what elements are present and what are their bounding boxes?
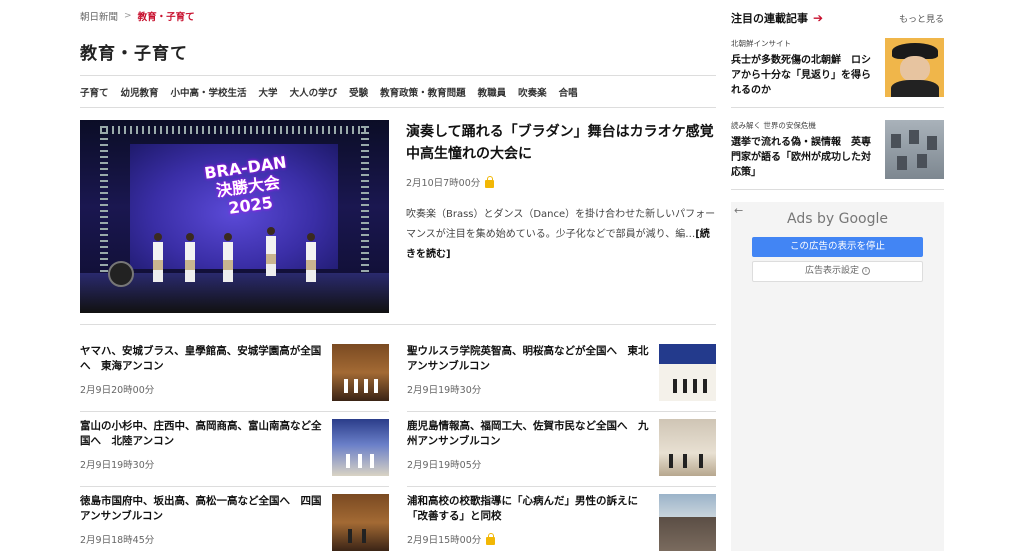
article-date: 2月9日18時45分 bbox=[80, 535, 155, 546]
article-title[interactable]: 鹿児島情報高、福岡工大、佐賀市民など全国へ 九州アンサンブルコン bbox=[407, 419, 651, 449]
info-icon: i bbox=[862, 266, 870, 275]
subnav-item-education-policy[interactable]: 教育政策・教育問題 bbox=[380, 85, 466, 99]
article-card[interactable]: 聖ウルスラ学院英智高、明桜高などが全国へ 東北アンサンブルコン 2月9日19時3… bbox=[407, 337, 716, 412]
category-subnav: 子育て 幼児教育 小中高・学校生活 大学 大人の学び 受験 教育政策・教育問題 … bbox=[80, 76, 716, 108]
sidebar: 注目の連載記事 ➔ もっと見る 北朝鮮インサイト 兵士が多数死傷の北朝鮮 ロシア… bbox=[731, 0, 944, 551]
main-column: 朝日新聞 > 教育・子育て 教育・子育て 子育て 幼児教育 小中高・学校生活 大… bbox=[80, 0, 728, 551]
feature-title-link[interactable]: 演奏して踊れる「ブラダン」舞台はカラオケ感覚 中高生憧れの大会に bbox=[406, 124, 728, 162]
article-thumbnail[interactable] bbox=[332, 344, 389, 401]
series-kicker: 北朝鮮インサイト bbox=[731, 39, 791, 48]
subnav-item-brass-band[interactable]: 吹奏楽 bbox=[518, 85, 547, 99]
article-title[interactable]: 徳島市国府中、坂出高、高松一高など全国へ 四国アンサンブルコン bbox=[80, 494, 324, 524]
subnav-item-university[interactable]: 大学 bbox=[259, 85, 278, 99]
subnav-item-yoji-kyoiku[interactable]: 幼児教育 bbox=[121, 85, 159, 99]
article-title[interactable]: ヤマハ、安城ブラス、皇學館高、安城学園高が全国へ 東海アンコン bbox=[80, 344, 324, 374]
ad-settings-button[interactable]: 広告表示設定 i bbox=[752, 261, 923, 282]
feature-date: 2月10日7時00分 bbox=[406, 178, 481, 189]
breadcrumb-home-link[interactable]: 朝日新聞 bbox=[80, 9, 118, 23]
subnav-item-kosodate[interactable]: 子育て bbox=[80, 85, 109, 99]
series-thumbnail[interactable] bbox=[885, 120, 944, 179]
article-grid: ヤマハ、安城ブラス、皇學館高、安城学園高が全国へ 東海アンコン 2月9日20時0… bbox=[80, 337, 716, 551]
article-title[interactable]: 聖ウルスラ学院英智高、明桜高などが全国へ 東北アンサンブルコン bbox=[407, 344, 651, 374]
subnav-item-teachers[interactable]: 教職員 bbox=[478, 85, 507, 99]
breadcrumb-separator: > bbox=[124, 11, 132, 21]
article-date: 2月9日19時30分 bbox=[80, 460, 155, 471]
subnav-item-exams[interactable]: 受験 bbox=[349, 85, 368, 99]
subnav-item-chorus[interactable]: 合唱 bbox=[559, 85, 578, 99]
featured-series-header: 注目の連載記事 ➔ もっと見る bbox=[731, 10, 944, 26]
article-thumbnail[interactable] bbox=[659, 419, 716, 476]
featured-series-item[interactable]: 読み解く 世界の安保危機 選挙で流れる偽・誤情報 英専門家が語る「欧州が成功した… bbox=[731, 108, 944, 190]
article-card[interactable]: 富山の小杉中、庄西中、高岡商高、富山南高など全国へ 北陸アンコン 2月9日19時… bbox=[80, 412, 389, 487]
article-thumbnail[interactable] bbox=[659, 494, 716, 551]
article-date: 2月9日19時05分 bbox=[407, 460, 482, 471]
article-date: 2月9日15時00分 bbox=[407, 535, 482, 546]
feature-summary: 吹奏楽（Brass）とダンス（Dance）を掛け合わせた新しいパフォーマンスが注… bbox=[406, 209, 716, 260]
feature-meta: 2月10日7時00分 bbox=[406, 175, 716, 189]
stop-ad-button[interactable]: この広告の表示を停止 bbox=[752, 237, 923, 257]
article-thumbnail[interactable] bbox=[332, 419, 389, 476]
breadcrumb: 朝日新聞 > 教育・子育て bbox=[80, 9, 716, 23]
article-card[interactable]: 徳島市国府中、坂出高、高松一高など全国へ 四国アンサンブルコン 2月9日18時4… bbox=[80, 487, 389, 551]
article-card[interactable]: 浦和高校の校歌指導に「心病んだ」男性の訴えに「改善する」と同校 2月9日15時0… bbox=[407, 487, 716, 551]
series-headline[interactable]: 選挙で流れる偽・誤情報 英専門家が語る「欧州が成功した対応策」 bbox=[731, 135, 877, 180]
article-card[interactable]: 鹿児島情報高、福岡工大、佐賀市民など全国へ 九州アンサンブルコン 2月9日19時… bbox=[407, 412, 716, 487]
ad-panel: ← Ads by Google この広告の表示を停止 広告表示設定 i bbox=[731, 202, 944, 551]
lock-icon bbox=[485, 175, 495, 188]
subnav-item-school-life[interactable]: 小中高・学校生活 bbox=[171, 85, 247, 99]
article-date: 2月9日19時30分 bbox=[407, 385, 482, 396]
article-thumbnail[interactable] bbox=[659, 344, 716, 401]
subnav-item-adult-learning[interactable]: 大人の学び bbox=[290, 85, 338, 99]
article-title[interactable]: 浦和高校の校歌指導に「心病んだ」男性の訴えに「改善する」と同校 bbox=[407, 494, 651, 524]
featured-series-title-link[interactable]: 注目の連載記事 ➔ bbox=[731, 10, 823, 26]
arrow-right-icon: ➔ bbox=[813, 11, 824, 25]
article-title[interactable]: 富山の小杉中、庄西中、高岡商高、富山南高など全国へ 北陸アンコン bbox=[80, 419, 324, 449]
featured-series-item[interactable]: 北朝鮮インサイト 兵士が多数死傷の北朝鮮 ロシアから十分な「見返り」を得られるの… bbox=[731, 26, 944, 108]
series-headline[interactable]: 兵士が多数死傷の北朝鮮 ロシアから十分な「見返り」を得られるのか bbox=[731, 53, 877, 98]
feature-article: BRA-DAN 決勝大会 2025 演奏して踊れる「ブラダン」舞台はカラオケ感覚… bbox=[80, 120, 728, 325]
ads-by-google-label: Ads by Google bbox=[787, 211, 888, 227]
article-date: 2月9日20時00分 bbox=[80, 385, 155, 396]
feature-image[interactable]: BRA-DAN 決勝大会 2025 bbox=[80, 120, 389, 313]
see-more-link[interactable]: もっと見る bbox=[899, 12, 944, 25]
article-card[interactable]: ヤマハ、安城ブラス、皇學館高、安城学園高が全国へ 東海アンコン 2月9日20時0… bbox=[80, 337, 389, 412]
series-kicker: 読み解く 世界の安保危機 bbox=[731, 121, 816, 130]
breadcrumb-current: 教育・子育て bbox=[137, 12, 195, 23]
article-thumbnail[interactable] bbox=[332, 494, 389, 551]
lock-icon bbox=[486, 532, 496, 545]
page-title: 教育・子育て bbox=[80, 44, 188, 64]
series-thumbnail[interactable] bbox=[885, 38, 944, 97]
